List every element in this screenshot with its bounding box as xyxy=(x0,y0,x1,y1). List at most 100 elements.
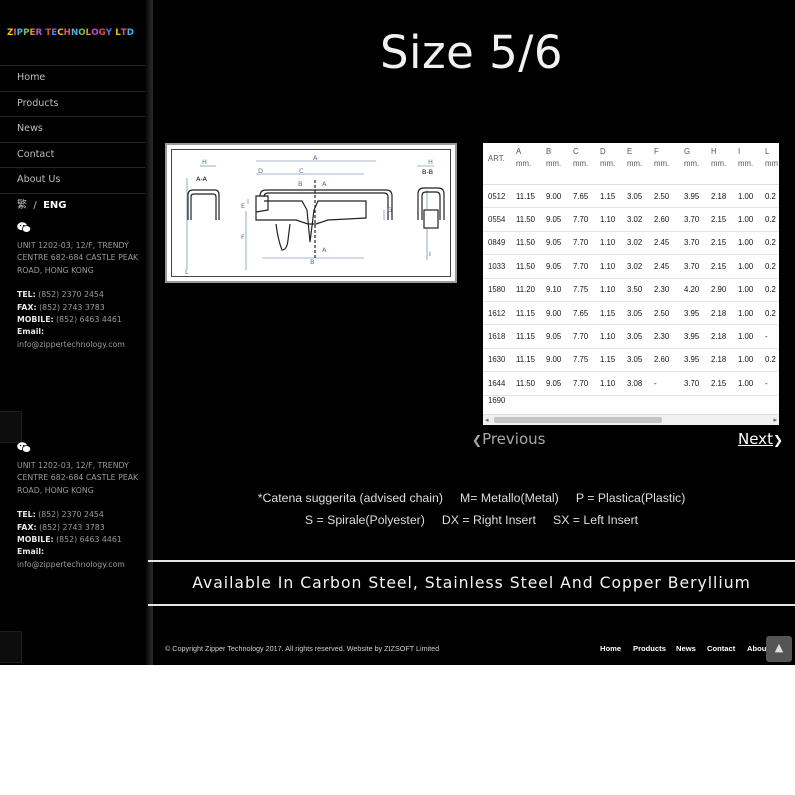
diagram-label-d: D xyxy=(258,167,263,175)
table-cell: 3.05 xyxy=(627,324,654,349)
table-cell: 0.2 xyxy=(765,348,779,373)
next-label: Next xyxy=(738,430,773,448)
footer-link-products[interactable]: Products xyxy=(633,644,666,653)
table-header-cell: Fmm. xyxy=(654,143,684,185)
header-unit: mm. xyxy=(684,159,700,168)
table-cell: 9.05 xyxy=(546,231,573,256)
spec-table-container[interactable]: ART. Amm. Bmm. Cmm. Dmm. Emm. Fmm. Gmm. Hmm. Imm.… xyxy=(483,143,779,425)
diagram-label-section-aa: A-A xyxy=(196,175,208,183)
nav-item-about-us[interactable]: About Us xyxy=(0,167,146,194)
table-header-cell: Imm. xyxy=(738,143,765,185)
table-cell: 1618 xyxy=(483,324,516,349)
mobile-value: (852) 6463 4461 xyxy=(56,315,122,325)
address: UNIT 1202-03, 12/F, TRENDY CENTRE 682-68… xyxy=(17,461,139,495)
nav-item-products[interactable]: Products xyxy=(0,90,146,117)
sidebar-edge xyxy=(145,0,153,665)
header-label: ART. xyxy=(488,154,505,163)
table-cell: 0.2 xyxy=(765,301,779,326)
header-label: H xyxy=(711,147,717,156)
lang-english[interactable]: ENG xyxy=(43,200,66,211)
legend-note-line-1: *Catena suggerita (advised chain) M= Met… xyxy=(257,491,686,505)
table-cell: 3.95 xyxy=(684,184,711,209)
table-cell: 3.02 xyxy=(627,207,654,232)
table-header-cell: Bmm. xyxy=(546,143,573,185)
side-tab[interactable] xyxy=(0,411,22,443)
wechat-icon[interactable] xyxy=(17,442,31,453)
table-cell xyxy=(738,395,765,408)
side-tab[interactable] xyxy=(0,631,22,663)
table-cell: 7.65 xyxy=(573,301,600,326)
diagram-label-e: E xyxy=(241,202,245,210)
header-label: B xyxy=(546,147,552,156)
lang-traditional-chinese[interactable]: 繁 xyxy=(17,200,27,211)
table-cell: 2.15 xyxy=(711,207,738,232)
table-cell: 1.15 xyxy=(600,301,627,326)
diagram-label-b: B xyxy=(310,258,314,266)
previous-label: Previous xyxy=(482,430,546,448)
table-cell xyxy=(627,395,654,408)
divider xyxy=(148,604,795,606)
spec-table: ART. Amm. Bmm. Cmm. Dmm. Emm. Fmm. Gmm. Hmm. Imm.… xyxy=(483,143,779,425)
table-cell: 1.10 xyxy=(600,278,627,302)
scroll-left-icon[interactable]: ◂ xyxy=(485,416,489,424)
email-link[interactable]: info@zippertechnology.com xyxy=(17,559,142,571)
table-cell: 1.10 xyxy=(600,371,627,396)
table-cell: 2.60 xyxy=(654,207,684,232)
table-header-cell: Hmm. xyxy=(711,143,738,185)
scroll-to-top-button[interactable]: ▲ xyxy=(766,636,792,662)
table-cell: 4.20 xyxy=(684,278,711,302)
table-cell: 11.50 xyxy=(516,371,546,396)
scroll-right-icon[interactable]: ▸ xyxy=(773,416,777,424)
table-cell: 7.70 xyxy=(573,371,600,396)
diagram-label-b: B xyxy=(298,180,302,188)
table-cell: 1033 xyxy=(483,254,516,279)
mobile-label: MOBILE: xyxy=(17,315,54,325)
table-cell: 7.70 xyxy=(573,231,600,256)
header-unit: mm. xyxy=(546,159,562,168)
header-label: F xyxy=(654,147,659,156)
next-link[interactable]: Next❯ xyxy=(738,430,783,448)
horizontal-scrollbar[interactable]: ◂ ▸ xyxy=(483,414,779,425)
table-cell xyxy=(516,395,546,408)
table-cell xyxy=(573,395,600,408)
table-cell: - xyxy=(765,324,779,349)
email-link[interactable]: info@zippertechnology.com xyxy=(17,339,142,351)
diagram-label-a: A xyxy=(322,180,327,188)
mobile-value: (852) 6463 4461 xyxy=(56,535,122,545)
header-label: A xyxy=(516,147,522,156)
footer-link-news[interactable]: News xyxy=(676,644,696,653)
table-cell: 2.30 xyxy=(654,324,684,349)
table-cell: 7.75 xyxy=(573,278,600,302)
table-cell: 0.2 xyxy=(765,254,779,279)
footer-link-home[interactable]: Home xyxy=(600,644,621,653)
table-header-cell: Cmm. xyxy=(573,143,600,185)
table-cell: 0.2 xyxy=(765,278,779,302)
chevron-up-icon: ▲ xyxy=(774,641,784,654)
table-cell xyxy=(600,395,627,408)
table-cell: 2.50 xyxy=(654,301,684,326)
nav-item-home[interactable]: Home xyxy=(0,65,146,91)
table-cell: 3.08 xyxy=(627,371,654,396)
nav-item-contact[interactable]: Contact xyxy=(0,141,146,168)
wechat-icon[interactable] xyxy=(17,222,31,233)
header-unit: mm. xyxy=(600,159,616,168)
table-cell: 1.00 xyxy=(738,231,765,256)
logo[interactable]: ZIPPER TECHNOLOGY LTD xyxy=(7,28,134,38)
previous-link[interactable]: ❮Previous xyxy=(472,430,545,448)
scrollbar-thumb[interactable] xyxy=(494,417,662,423)
table-cell xyxy=(684,395,711,408)
tel-value: (852) 2370 2454 xyxy=(38,290,104,300)
table-cell: 9.05 xyxy=(546,207,573,232)
diagram-label-a: A xyxy=(322,246,327,254)
table-row: 1690 xyxy=(483,395,779,408)
table-row: 1644 11.50 9.05 7.70 1.10 3.08-3.70 2.15 1.00- xyxy=(483,371,779,396)
table-cell: 0.2 xyxy=(765,231,779,256)
table-cell: 3.95 xyxy=(684,301,711,326)
nav-item-news[interactable]: News xyxy=(0,116,146,142)
table-row: 0554 11.50 9.05 7.70 1.10 3.02 2.60 3.70 2.15 1.0… xyxy=(483,207,779,232)
copyright: © Copyright Zipper Technology 2017. All … xyxy=(165,644,440,653)
table-cell: 0554 xyxy=(483,207,516,232)
table-cell: 9.05 xyxy=(546,254,573,279)
table-cell: 2.30 xyxy=(654,278,684,302)
footer-link-contact[interactable]: Contact xyxy=(707,644,735,653)
